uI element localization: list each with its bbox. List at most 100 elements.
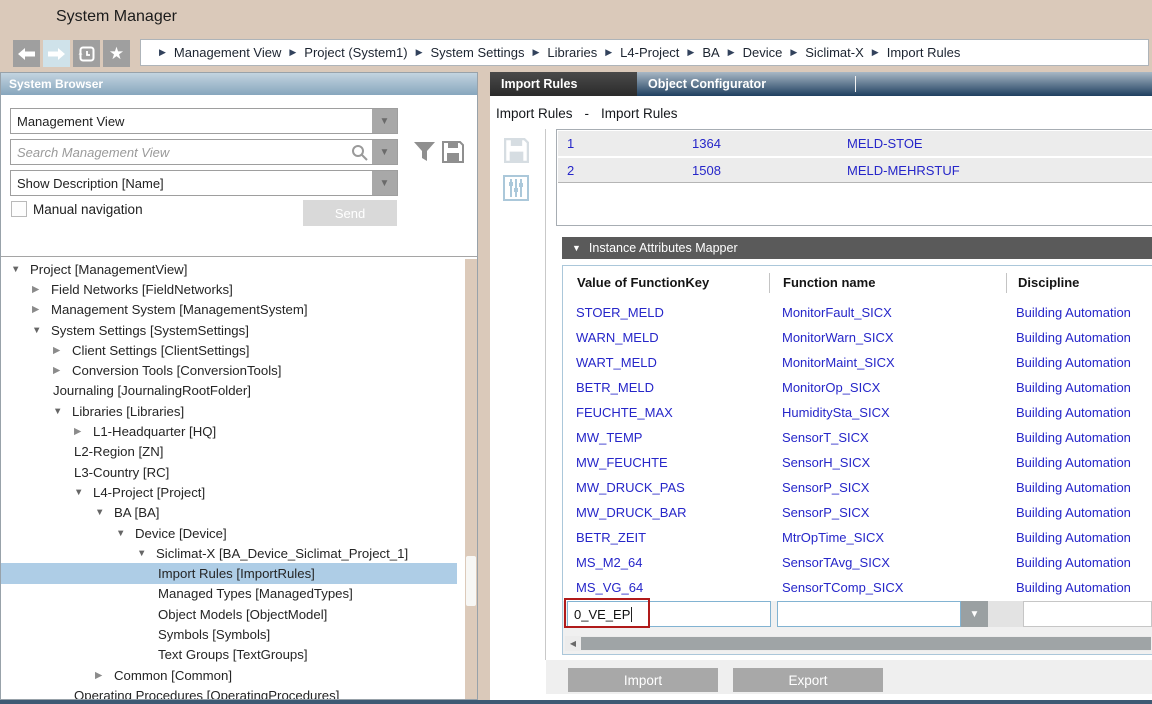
collapse-icon[interactable]: ▼	[74, 487, 89, 498]
breadcrumb-item[interactable]: System Settings	[431, 45, 525, 60]
view-selector[interactable]: Management View ▼	[10, 108, 398, 134]
tree-item[interactable]: ▼BA [BA]	[1, 503, 457, 523]
chevron-down-icon[interactable]: ▼	[372, 140, 397, 164]
function-key-cell[interactable]: WARN_MELD	[576, 330, 659, 345]
tree-item[interactable]: Managed Types [ManagedTypes]	[1, 584, 457, 604]
manual-navigation-checkbox[interactable]	[11, 201, 27, 217]
tree-item[interactable]: ▼Libraries [Libraries]	[1, 401, 457, 421]
forward-button[interactable]	[43, 40, 70, 67]
collapse-icon[interactable]: ▼	[95, 507, 110, 518]
column-header-discipline[interactable]: Discipline	[1018, 266, 1079, 299]
horizontal-scrollbar[interactable]: ◀	[565, 636, 1151, 651]
breadcrumb-item[interactable]: Siclimat-X	[805, 45, 864, 60]
expand-icon[interactable]: ▶	[53, 365, 68, 376]
function-name-cell[interactable]: SensorP_SICX	[782, 505, 869, 520]
function-name-cell[interactable]: MonitorWarn_SICX	[782, 330, 894, 345]
history-button[interactable]	[73, 40, 100, 67]
discipline-cell[interactable]: Building Automation	[1016, 530, 1131, 545]
expand-icon[interactable]: ▶	[32, 284, 47, 295]
discipline-cell[interactable]: Building Automation	[1016, 555, 1131, 570]
chevron-down-icon[interactable]: ▼	[372, 171, 397, 195]
send-button[interactable]: Send	[303, 200, 397, 226]
chevron-down-icon[interactable]: ▼	[961, 601, 988, 627]
mapper-row[interactable]: WART_MELD MonitorMaint_SICX Building Autom…	[563, 351, 1152, 376]
function-name-cell[interactable]: MonitorOp_SICX	[782, 380, 880, 395]
tree-item[interactable]: L3-Country [RC]	[1, 462, 457, 482]
mapper-row[interactable]: BETR_MELDMonitorOp_SICXBuilding Automati…	[563, 376, 1152, 401]
tree-scrollbar-thumb[interactable]	[466, 556, 476, 606]
mapper-row[interactable]: MW_DRUCK_PASSensorP_SICXBuilding Automat…	[563, 476, 1152, 501]
function-key-cell[interactable]: BETR_MELD	[576, 380, 654, 395]
breadcrumb-item[interactable]: Device	[743, 45, 783, 60]
back-button[interactable]	[13, 40, 40, 67]
mapper-row[interactable]: STOER_MELDMonitorFault_SICXBuilding Auto…	[563, 301, 1152, 326]
function-key-cell[interactable]: WART_MELD	[576, 355, 657, 370]
function-key-cell[interactable]: MW_FEUCHTE	[576, 455, 668, 470]
function-key-cell[interactable]: FEUCHTE_MAX	[576, 405, 673, 420]
tree-item[interactable]: ▶Management System [ManagementSystem]	[1, 300, 457, 320]
save-filter-icon[interactable]	[442, 141, 464, 163]
function-name-cell[interactable]: SensorP_SICX	[782, 480, 869, 495]
breadcrumb-item[interactable]: Project (System1)	[304, 45, 407, 60]
breadcrumb-item[interactable]: Management View	[174, 45, 281, 60]
chevron-down-icon[interactable]: ▼	[372, 109, 397, 133]
function-name-cell[interactable]: HumiditySta_SICX	[782, 405, 890, 420]
tree-item[interactable]: ▼Project [ManagementView]	[1, 259, 457, 279]
function-key-cell[interactable]: MS_M2_64	[576, 555, 642, 570]
tree-item[interactable]: ▼L4-Project [Project]	[1, 482, 457, 502]
discipline-cell[interactable]: Building Automation	[1016, 580, 1131, 595]
tree-item[interactable]: L2-Region [ZN]	[1, 442, 457, 462]
tree-item[interactable]: ▶Common [Common]	[1, 665, 457, 685]
discipline-cell[interactable]: Building Automation	[1016, 355, 1131, 370]
expand-icon[interactable]: ▶	[53, 345, 68, 356]
export-button[interactable]: Export	[733, 668, 883, 692]
discipline-cell[interactable]: Building Automation	[1016, 305, 1131, 320]
collapse-triangle-icon[interactable]: ▼	[572, 243, 581, 253]
mapper-row[interactable]: MS_M2_64 SensorTAvg_SICX Building Automati…	[563, 551, 1152, 576]
discipline-cell[interactable]: Building Automation	[1016, 405, 1131, 420]
breadcrumb-item[interactable]: Import Rules	[887, 45, 961, 60]
expand-icon[interactable]: ▶	[95, 670, 110, 681]
function-key-cell[interactable]: MS_VG_64	[576, 580, 643, 595]
scroll-left-icon[interactable]: ◀	[567, 636, 579, 651]
breadcrumb-item[interactable]: L4-Project	[620, 45, 679, 60]
filter-icon[interactable]	[413, 141, 436, 163]
tree-item[interactable]: Import Rules [ImportRules]	[1, 563, 457, 583]
search-icon[interactable]	[346, 144, 372, 161]
mapper-row[interactable]: FEUCHTE_MAX HumiditySta_SICX Building Auto…	[563, 401, 1152, 426]
description-selector[interactable]: Show Description [Name] ▼	[10, 170, 398, 196]
function-key-cell[interactable]: MW_TEMP	[576, 430, 642, 445]
mapper-row[interactable]: MW_DRUCK_BARSensorP_SICXBuilding Automat…	[563, 501, 1152, 526]
favorites-button[interactable]: ★	[103, 40, 130, 67]
function-name-cell[interactable]: SensorTAvg_SICX	[782, 555, 890, 570]
function-name-cell[interactable]: MonitorMaint_SICX	[782, 355, 895, 370]
discipline-cell[interactable]: Building Automation	[1016, 430, 1131, 445]
function-name-combobox[interactable]	[777, 601, 961, 627]
save-icon[interactable]	[504, 138, 529, 163]
tree-scrollbar[interactable]	[465, 259, 477, 699]
tree-item[interactable]: Operating Procedures [OperatingProcedure…	[1, 685, 457, 699]
tree-item[interactable]: ▼Siclimat-X [BA_Device_Siclimat_Project_…	[1, 543, 457, 563]
instance-attributes-mapper-header[interactable]: ▼ Instance Attributes Mapper	[562, 237, 1152, 259]
collapse-icon[interactable]: ▼	[137, 548, 152, 559]
rule-row[interactable]: 11364MELD-STOE	[558, 131, 1152, 156]
collapse-icon[interactable]: ▼	[11, 264, 26, 275]
attribute-mapper-icon[interactable]	[502, 174, 530, 202]
mapper-row[interactable]: MS_VG_64 SensorTComp_SICX Building Automat…	[563, 576, 1152, 601]
discipline-cell[interactable]: Building Automation	[1016, 330, 1131, 345]
workspace-breadcrumb-primary[interactable]: Import Rules	[496, 106, 573, 121]
horizontal-scrollbar-thumb[interactable]	[581, 637, 1151, 650]
function-key-cell[interactable]: STOER_MELD	[576, 305, 664, 320]
expand-icon[interactable]: ▶	[74, 426, 89, 437]
tab-import-rules[interactable]: Import Rules	[490, 72, 637, 96]
function-name-cell[interactable]: MtrOpTime_SICX	[782, 530, 884, 545]
mapper-row[interactable]: MW_FEUCHTESensorH_SICXBuilding Automatio…	[563, 451, 1152, 476]
function-name-cell[interactable]: SensorTComp_SICX	[782, 580, 903, 595]
rule-row[interactable]: 21508MELD-MEHRSTUF	[558, 158, 1152, 183]
function-name-cell[interactable]: SensorH_SICX	[782, 455, 870, 470]
tree-item[interactable]: ▶Client Settings [ClientSettings]	[1, 340, 457, 360]
function-key-cell[interactable]: BETR_ZEIT	[576, 530, 646, 545]
tree-item[interactable]: ▶Conversion Tools [ConversionTools]	[1, 360, 457, 380]
tree-item[interactable]: Text Groups [TextGroups]	[1, 645, 457, 665]
import-button[interactable]: Import	[568, 668, 718, 692]
